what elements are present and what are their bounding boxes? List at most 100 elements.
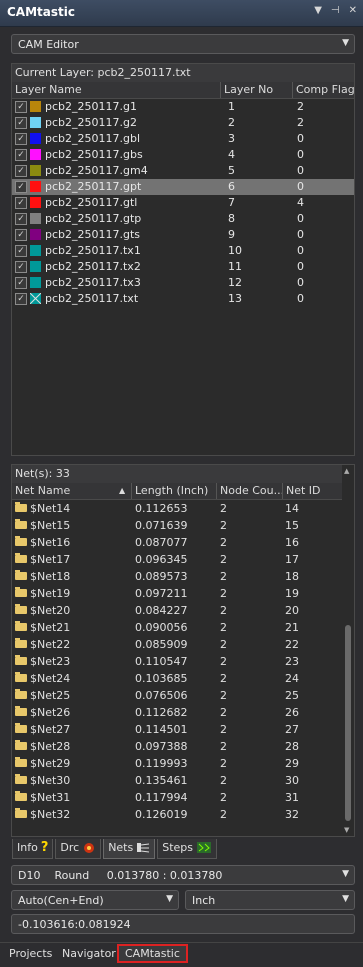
net-node-count: 2: [220, 791, 227, 804]
layer-row[interactable]: ✓ pcb2_250117.g2 2 2: [12, 115, 354, 131]
layer-row[interactable]: ✓ pcb2_250117.tx1 10 0: [12, 243, 354, 259]
net-name: $Net30: [30, 774, 71, 787]
layer-visible-checkbox[interactable]: ✓: [15, 117, 27, 129]
net-row[interactable]: $Net32 0.126019 2 32: [12, 806, 330, 823]
layer-visible-checkbox[interactable]: ✓: [15, 213, 27, 225]
layer-number: 10: [228, 244, 242, 257]
current-layer-caption: Current Layer: pcb2_250117.txt: [12, 64, 354, 83]
net-row[interactable]: $Net20 0.084227 2 20: [12, 602, 330, 619]
net-row[interactable]: $Net14 0.112653 2 14: [12, 500, 330, 517]
layer-row[interactable]: ✓ pcb2_250117.g1 1 2: [12, 99, 354, 115]
pin-icon[interactable]: ⊣: [331, 5, 340, 16]
tab-drc[interactable]: Drc: [55, 839, 102, 859]
layer-row[interactable]: ✓ pcb2_250117.tx2 11 0: [12, 259, 354, 275]
net-id: 14: [285, 502, 299, 515]
net-node-count: 2: [220, 740, 227, 753]
scroll-down-icon[interactable]: ▼: [344, 826, 349, 834]
col-layer-no[interactable]: Layer No: [224, 83, 273, 96]
net-row[interactable]: $Net17 0.096345 2 17: [12, 551, 330, 568]
net-row[interactable]: $Net21 0.090056 2 21: [12, 619, 330, 636]
tab-navigator[interactable]: Navigator: [62, 947, 116, 960]
layer-comp-flag: 0: [297, 244, 304, 257]
col-net-name[interactable]: Net Name: [15, 484, 70, 497]
menu-arrow-icon[interactable]: ▼: [314, 5, 322, 16]
layer-row[interactable]: ✓ pcb2_250117.gpt 6 0: [12, 179, 354, 195]
layer-visible-checkbox[interactable]: ✓: [15, 133, 27, 145]
net-id: 30: [285, 774, 299, 787]
layer-visible-checkbox[interactable]: ✓: [15, 277, 27, 289]
scrollbar-thumb[interactable]: [345, 625, 351, 821]
layer-row[interactable]: ✓ pcb2_250117.txt 13 0: [12, 291, 354, 307]
units-select[interactable]: Inch ▼: [185, 890, 355, 910]
scroll-up-icon[interactable]: ▲: [344, 467, 349, 475]
net-row[interactable]: $Net28 0.097388 2 28: [12, 738, 330, 755]
aperture-select[interactable]: D10 Round 0.013780 : 0.013780 ▼: [11, 865, 355, 885]
nets-icon: [136, 841, 150, 857]
editor-select[interactable]: CAM Editor ▼: [11, 34, 355, 54]
net-row[interactable]: $Net26 0.112682 2 26: [12, 704, 330, 721]
net-row[interactable]: $Net16 0.087077 2 16: [12, 534, 330, 551]
layer-number: 6: [228, 180, 235, 193]
col-node-count[interactable]: Node Cou...: [220, 484, 282, 497]
folder-icon: [15, 519, 27, 529]
net-row[interactable]: $Net15 0.071639 2 15: [12, 517, 330, 534]
tab-projects[interactable]: Projects: [9, 947, 52, 960]
layer-visible-checkbox[interactable]: ✓: [15, 229, 27, 241]
net-id: 20: [285, 604, 299, 617]
layer-row[interactable]: ✓ pcb2_250117.gm4 5 0: [12, 163, 354, 179]
layer-number: 2: [228, 116, 235, 129]
snap-mode-select[interactable]: Auto(Cen+End) ▼: [11, 890, 179, 910]
net-node-count: 2: [220, 536, 227, 549]
layer-row[interactable]: ✓ pcb2_250117.tx3 12 0: [12, 275, 354, 291]
layer-color-swatch: [30, 261, 41, 272]
layer-visible-checkbox[interactable]: ✓: [15, 245, 27, 257]
layer-row[interactable]: ✓ pcb2_250117.gts 9 0: [12, 227, 354, 243]
layer-row[interactable]: ✓ pcb2_250117.gbs 4 0: [12, 147, 354, 163]
layer-visible-checkbox[interactable]: ✓: [15, 101, 27, 113]
net-node-count: 2: [220, 519, 227, 532]
net-row[interactable]: $Net18 0.089573 2 18: [12, 568, 330, 585]
nets-scrollbar[interactable]: ▲ ▼: [342, 465, 354, 836]
net-id: 27: [285, 723, 299, 736]
tab-nets[interactable]: Nets: [103, 839, 156, 859]
layer-row[interactable]: ✓ pcb2_250117.gtp 8 0: [12, 211, 354, 227]
tab-info[interactable]: Info ?: [12, 839, 54, 859]
layer-row[interactable]: ✓ pcb2_250117.gtl 7 4: [12, 195, 354, 211]
tab-camtastic[interactable]: CAMtastic: [117, 944, 188, 963]
net-row[interactable]: $Net19 0.097211 2 19: [12, 585, 330, 602]
folder-icon: [15, 604, 27, 614]
col-layer-name[interactable]: Layer Name: [15, 83, 82, 96]
layer-name: pcb2_250117.gpt: [45, 180, 142, 193]
layer-visible-checkbox[interactable]: ✓: [15, 165, 27, 177]
net-row[interactable]: $Net27 0.114501 2 27: [12, 721, 330, 738]
net-length: 0.112682: [135, 706, 188, 719]
layer-row[interactable]: ✓ pcb2_250117.gbl 3 0: [12, 131, 354, 147]
tab-steps[interactable]: Steps: [157, 839, 218, 859]
net-row[interactable]: $Net31 0.117994 2 31: [12, 789, 330, 806]
col-length[interactable]: Length (Inch): [135, 484, 208, 497]
col-net-id[interactable]: Net ID: [286, 484, 321, 497]
layer-visible-checkbox[interactable]: ✓: [15, 293, 27, 305]
layer-visible-checkbox[interactable]: ✓: [15, 149, 27, 161]
net-row[interactable]: $Net29 0.119993 2 29: [12, 755, 330, 772]
layer-name: pcb2_250117.txt: [45, 292, 139, 305]
net-node-count: 2: [220, 808, 227, 821]
col-comp-flag[interactable]: Comp Flag: [296, 83, 354, 96]
net-row[interactable]: $Net30 0.135461 2 30: [12, 772, 330, 789]
panel-title: CAMtastic: [7, 5, 75, 19]
folder-icon: [15, 638, 27, 648]
net-name: $Net21: [30, 621, 71, 634]
coordinates-field[interactable]: -0.103616:0.081924: [11, 914, 355, 934]
net-row[interactable]: $Net24 0.103685 2 24: [12, 670, 330, 687]
layer-visible-checkbox[interactable]: ✓: [15, 181, 27, 193]
folder-icon: [15, 723, 27, 733]
layer-visible-checkbox[interactable]: ✓: [15, 261, 27, 273]
layer-comp-flag: 4: [297, 196, 304, 209]
net-row[interactable]: $Net22 0.085909 2 22: [12, 636, 330, 653]
layer-visible-checkbox[interactable]: ✓: [15, 197, 27, 209]
close-icon[interactable]: ✕: [349, 5, 357, 16]
net-row[interactable]: $Net25 0.076506 2 25: [12, 687, 330, 704]
layer-name: pcb2_250117.tx1: [45, 244, 141, 257]
net-name: $Net19: [30, 587, 71, 600]
net-row[interactable]: $Net23 0.110547 2 23: [12, 653, 330, 670]
